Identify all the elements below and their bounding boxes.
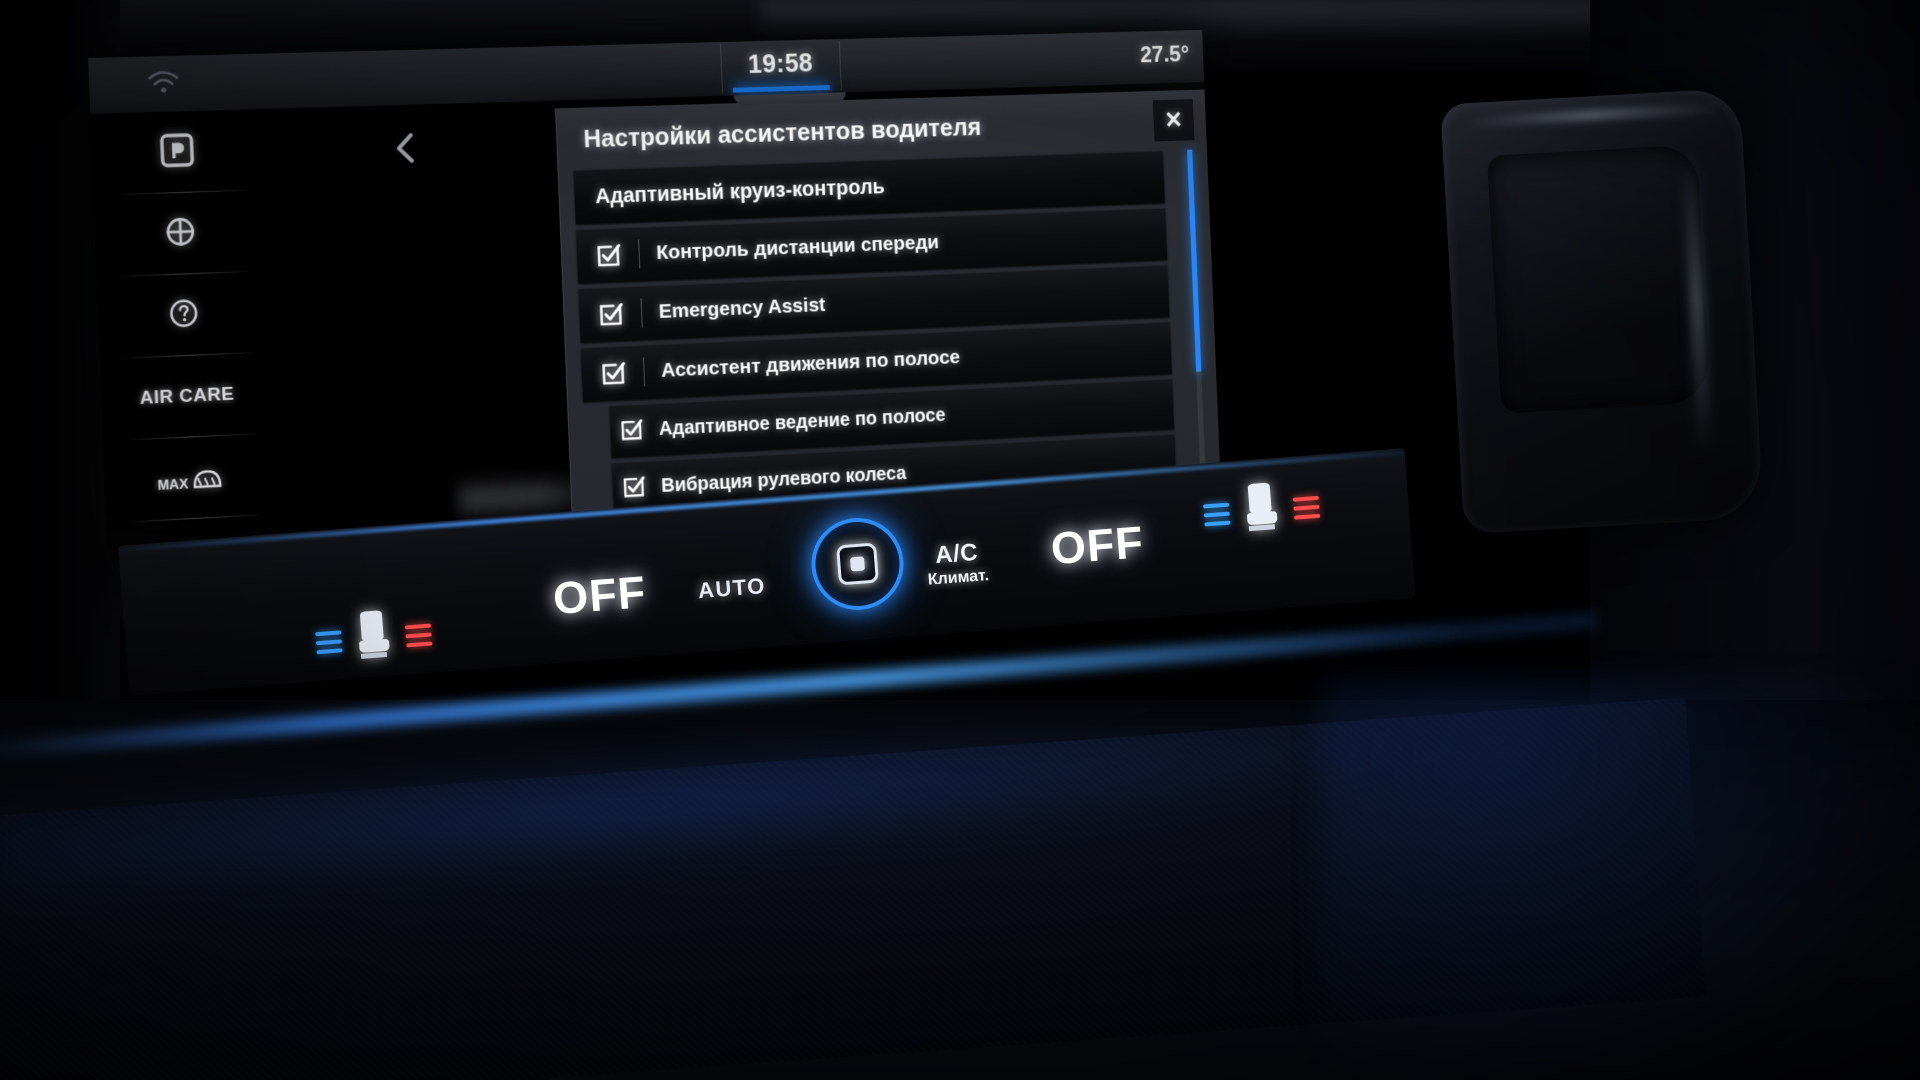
climate-power-button[interactable] (808, 514, 907, 614)
passenger-seat-climate-group[interactable] (1202, 477, 1322, 545)
car-infotainment-photo: 19:58 27.5° Камера (0, 0, 1920, 1080)
crosshair-icon (162, 213, 199, 255)
row-divider (642, 357, 646, 387)
seat-heating-bars[interactable] (1292, 495, 1321, 520)
passenger-temperature-value[interactable]: OFF (1049, 516, 1146, 575)
seat-cooling-bars[interactable] (1202, 502, 1231, 527)
page-title: Настройки ассистентов водителя (582, 112, 982, 154)
row-divider (640, 298, 643, 328)
driver-temperature-value[interactable]: OFF (551, 566, 648, 625)
sidebar-item-help[interactable] (97, 271, 270, 359)
scrollbar-thumb[interactable] (1187, 149, 1202, 372)
seat-icon[interactable] (1236, 479, 1286, 541)
max-defrost-label: MAX (157, 475, 189, 493)
question-mark-icon (167, 296, 200, 334)
power-knob-dot (849, 556, 866, 572)
checkbox-checked-icon[interactable] (595, 242, 621, 269)
list-item-label: Emergency Assist (658, 293, 826, 323)
checkbox-checked-icon[interactable] (621, 474, 647, 501)
max-defrost-icon: MAX (157, 464, 224, 493)
chevron-left-icon (385, 126, 429, 170)
ac-label: A/C (934, 538, 979, 570)
clock[interactable]: 19:58 (720, 48, 840, 81)
air-care-icon: AIR CARE (139, 383, 235, 409)
checkbox-checked-icon[interactable] (597, 301, 623, 328)
checkbox-cell[interactable] (612, 473, 656, 501)
sidebar-item-crosshair[interactable] (94, 190, 267, 278)
checkbox-checked-icon[interactable] (619, 417, 645, 444)
seat-cooling-bars[interactable] (315, 629, 343, 654)
driver-seat-climate-group[interactable] (314, 605, 434, 673)
seat-heating-bars[interactable] (404, 623, 433, 647)
checkbox-cell[interactable] (581, 359, 644, 388)
power-knob-icon[interactable] (808, 514, 907, 614)
door-panel-glow (1320, 680, 1920, 1080)
checkbox-checked-icon[interactable] (600, 360, 626, 387)
parking-icon (159, 131, 196, 173)
close-button[interactable]: ✕ (1152, 99, 1195, 142)
section-header-label: Адаптивный круиз-контроль (594, 174, 886, 209)
sidebar-item-air-care[interactable]: AIR CARE (100, 352, 273, 441)
outside-temperature: 27.5° (1139, 41, 1190, 68)
wifi-icon (146, 69, 181, 101)
air-vent-slot (1486, 144, 1712, 414)
list-item-label: Контроль дистанции спереди (655, 231, 940, 264)
row-divider (638, 239, 641, 269)
seat-icon[interactable] (349, 607, 399, 669)
sidebar-item-parking[interactable] (90, 109, 263, 196)
checkbox-cell[interactable] (610, 416, 654, 444)
ac-climate-button[interactable]: A/C Климат. (925, 538, 990, 590)
list-item-label: Ассистент движения по полосе (660, 346, 961, 382)
checkbox-cell[interactable] (579, 300, 642, 329)
auto-button[interactable]: AUTO (697, 573, 767, 604)
clock-active-indicator (732, 85, 830, 93)
sidebar-item-max-defrost[interactable]: MAX (104, 433, 277, 523)
power-knob-inner (836, 542, 879, 586)
list-item-label: Адаптивное ведение по полосе (658, 404, 946, 440)
close-icon: ✕ (1163, 106, 1184, 134)
back-button[interactable] (385, 126, 429, 170)
checkbox-cell[interactable] (577, 241, 640, 270)
